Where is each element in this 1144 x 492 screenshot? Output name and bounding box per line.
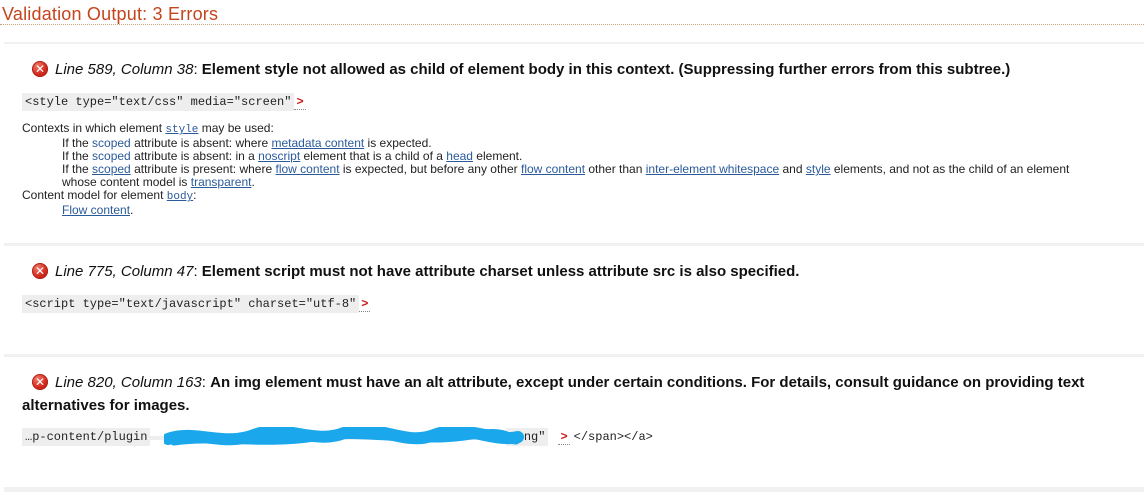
code-source-tail: </span></a> <box>573 430 653 444</box>
attr-link-scoped[interactable]: scoped <box>92 162 131 176</box>
element-context-info: Contexts in which element style may be u… <box>22 122 1069 217</box>
error-card-2: ✕ Line 775, Column 47: Element script mu… <box>4 246 1144 354</box>
code-extract: <script type="text/javascript" charset="… <box>22 295 371 313</box>
context-intro-prefix: Contexts in which element <box>22 121 166 135</box>
error-location: Line 775, Column 47 <box>55 263 194 280</box>
code-source: <script type="text/javascript" charset="… <box>22 295 360 313</box>
code-source-prefix: …p-content/plugin <box>22 428 151 446</box>
link-transparent[interactable]: transparent <box>191 175 252 189</box>
error-card-1: ✕ Line 589, Column 38: Element style not… <box>4 44 1144 243</box>
error-card-3: ✕ Line 820, Column 163: An img element m… <box>4 357 1144 487</box>
error-icon: ✕ <box>32 263 48 279</box>
error-message: Line 589, Column 38: Element style not a… <box>55 61 1011 78</box>
redaction-scribble <box>164 427 524 446</box>
validation-header: Validation Output: 3 Errors <box>0 0 1144 25</box>
context-line-4: whose content model is transparent. <box>62 175 255 189</box>
error-location: Line 820, Column 163 <box>55 374 202 391</box>
link-flow-content[interactable]: flow content <box>521 162 585 176</box>
error-marker: > <box>558 430 570 445</box>
error-message: Line 775, Column 47: Element script must… <box>55 263 800 280</box>
error-marker: > <box>359 297 371 312</box>
link-inter-element-whitespace[interactable]: inter-element whitespace <box>646 162 779 176</box>
error-icon: ✕ <box>32 374 48 390</box>
code-extract: <style type="text/css" media="screen" > <box>22 93 306 111</box>
element-link-body[interactable]: body <box>167 191 193 203</box>
error-marker: > <box>294 95 306 110</box>
error-text: Element script must not have attribute c… <box>201 263 800 280</box>
link-flow-content[interactable]: flow content <box>275 162 339 176</box>
link-flow-content[interactable]: Flow content <box>62 203 130 217</box>
error-text: Element style not allowed as child of el… <box>201 61 1011 78</box>
error-text-continued: alternatives for images. <box>22 397 190 414</box>
attr-link-scoped[interactable]: scoped <box>92 136 131 150</box>
link-style[interactable]: style <box>806 162 831 176</box>
link-head[interactable]: head <box>446 149 473 163</box>
error-text: An img element must have an alt attribut… <box>210 374 1085 391</box>
content-model-value: Flow content. <box>62 203 134 217</box>
error-message: Line 820, Column 163: An img element mus… <box>55 374 1085 391</box>
link-metadata-content[interactable]: metadata content <box>271 136 364 150</box>
error-icon: ✕ <box>32 61 48 77</box>
link-noscript[interactable]: noscript <box>258 149 300 163</box>
page-title: Validation Output: 3 Errors <box>2 4 219 24</box>
code-source: <style type="text/css" media="screen" <box>22 93 295 111</box>
element-link-style[interactable]: style <box>165 124 198 136</box>
context-intro-suffix: may be used: <box>198 121 274 135</box>
attr-link-scoped[interactable]: scoped <box>92 149 131 163</box>
error-location: Line 589, Column 38 <box>55 61 194 78</box>
content-model-label: Content model for element body: <box>22 188 197 204</box>
